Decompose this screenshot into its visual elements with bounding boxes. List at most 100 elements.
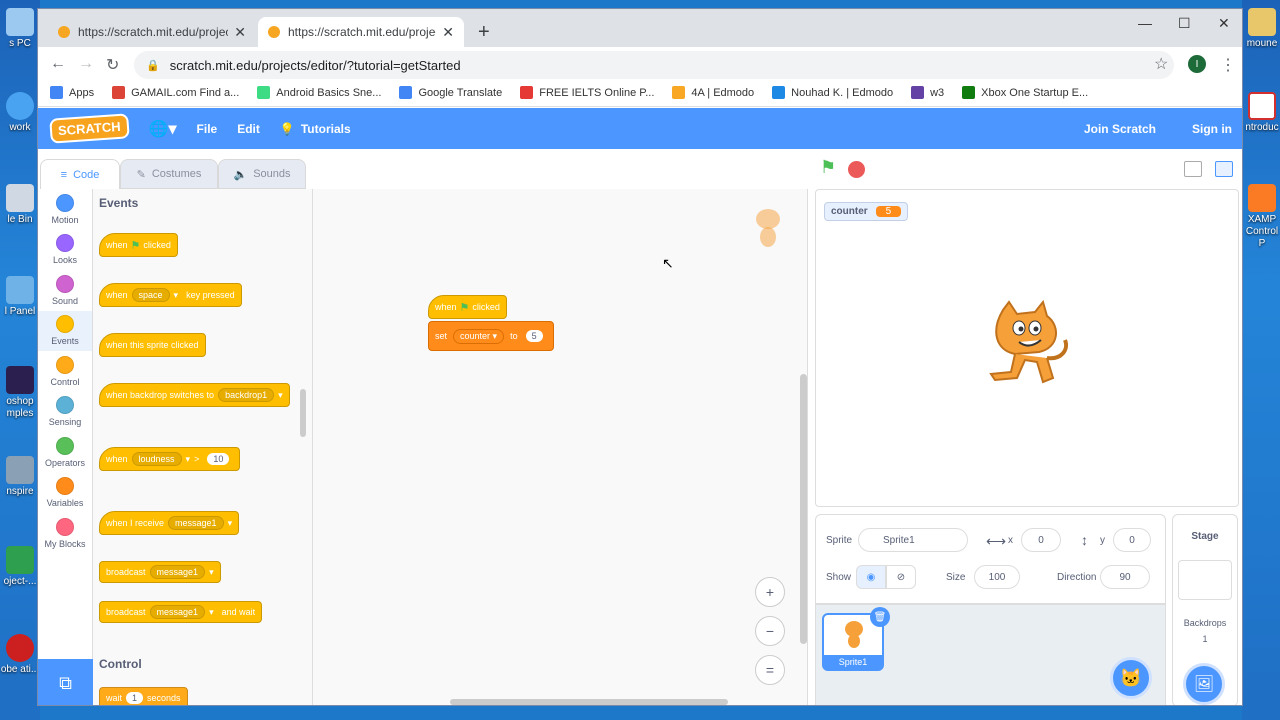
add-backdrop-button[interactable]: 🖼 <box>1183 663 1225 705</box>
show-visible-button[interactable]: ◉ <box>856 565 886 589</box>
sprite-name-input[interactable]: Sprite1 <box>858 528 968 552</box>
brush-icon: ✎ <box>136 168 146 181</box>
block-broadcast-and-wait[interactable]: broadcast message1 ▾ and wait <box>99 601 263 623</box>
script-set-variable[interactable]: set counter ▾ to 5 <box>428 321 554 351</box>
x-input[interactable]: 0 <box>1021 528 1061 552</box>
category-operators[interactable]: Operators <box>38 432 92 473</box>
block-broadcast[interactable]: broadcast message1 ▾ <box>99 561 221 583</box>
bookmark-item[interactable]: w3 <box>911 86 944 99</box>
block-when-sprite-clicked[interactable]: when this sprite clicked <box>99 333 206 357</box>
menu-kebab-icon[interactable]: ⋮ <box>1220 55 1236 75</box>
zoom-reset-button[interactable]: = <box>755 655 785 685</box>
join-scratch-link[interactable]: Join Scratch <box>1084 122 1156 136</box>
scratch-cat-sprite[interactable] <box>981 300 1071 395</box>
back-icon[interactable]: ← <box>50 55 66 73</box>
bookmark-star-icon[interactable]: ☆ <box>1154 54 1168 74</box>
tutorials-menu[interactable]: Tutorials <box>301 122 351 136</box>
desktop-icon[interactable]: nspire <box>0 456 40 498</box>
zoom-in-button[interactable]: + <box>755 577 785 607</box>
close-tab-icon[interactable]: ✕ <box>442 24 454 41</box>
block-wait[interactable]: wait 1 seconds <box>99 687 188 705</box>
edit-menu[interactable]: Edit <box>237 122 260 136</box>
bookmark-item[interactable]: Xbox One Startup E... <box>962 86 1088 99</box>
y-input[interactable]: 0 <box>1113 528 1151 552</box>
size-input[interactable]: 100 <box>974 565 1020 589</box>
stop-icon[interactable] <box>848 161 865 178</box>
stage-panel[interactable]: Stage Backdrops 1 🖼 <box>1172 514 1238 705</box>
sprite-tile[interactable]: Sprite1 🗑 <box>822 607 890 671</box>
sign-in-link[interactable]: Sign in <box>1192 122 1232 136</box>
address-bar[interactable]: 🔒 scratch.mit.edu/projects/editor/?tutor… <box>134 51 1174 79</box>
bookmark-item[interactable]: Android Basics Sne... <box>257 86 381 99</box>
browser-tab-active[interactable]: https://scratch.mit.edu/projects/e ✕ <box>258 17 464 47</box>
delete-sprite-icon[interactable]: 🗑 <box>870 607 890 627</box>
large-stage-icon[interactable] <box>1215 161 1233 177</box>
close-tab-icon[interactable]: ✕ <box>234 24 246 41</box>
desktop-icon[interactable]: XAMP Control P <box>1242 184 1280 250</box>
forward-icon[interactable]: → <box>78 55 94 73</box>
desktop-icon[interactable]: s PC <box>0 8 40 50</box>
bookmark-item[interactable]: 4A | Edmodo <box>672 86 754 99</box>
stage-thumbnail[interactable] <box>1178 560 1232 600</box>
bookmark-item[interactable]: FREE IELTS Online P... <box>520 86 654 99</box>
desktop-icon[interactable]: obe ati... <box>0 634 40 676</box>
category-variables[interactable]: Variables <box>38 473 92 514</box>
script-when-flag-clicked[interactable]: when ⚑ clicked <box>428 295 507 319</box>
bookmark-item[interactable]: Apps <box>50 86 94 99</box>
desktop-icon[interactable]: work <box>0 92 40 134</box>
desktop-icon[interactable]: oject-... <box>0 546 40 588</box>
stage-canvas[interactable]: counter 5 <box>815 189 1239 507</box>
category-sound[interactable]: Sound <box>38 270 92 311</box>
category-control[interactable]: Control <box>38 351 92 392</box>
workspace-vscroll[interactable] <box>800 374 807 644</box>
script-workspace[interactable]: when ⚑ clicked set counter ▾ to 5 + − = ↖ <box>313 189 808 705</box>
file-menu[interactable]: File <box>197 122 218 136</box>
category-my-blocks[interactable]: My Blocks <box>38 513 92 554</box>
zoom-out-button[interactable]: − <box>755 616 785 646</box>
variable-dropdown[interactable]: counter ▾ <box>453 328 505 344</box>
minimize-icon[interactable]: — <box>1138 15 1152 31</box>
bookmark-item[interactable]: Google Translate <box>399 86 502 99</box>
category-looks[interactable]: Looks <box>38 230 92 271</box>
eye-off-icon: ⊘ <box>896 571 906 583</box>
green-flag-icon[interactable]: ⚑ <box>820 157 836 178</box>
block-when-backdrop-switches[interactable]: when backdrop switches to backdrop1 ▾ <box>99 383 290 407</box>
scratch-logo[interactable]: SCRATCH <box>49 113 130 144</box>
direction-input[interactable]: 90 <box>1100 565 1150 589</box>
category-events[interactable]: Events <box>38 310 92 351</box>
block-when-flag-clicked[interactable]: when ⚑ clicked <box>99 233 178 257</box>
block-when-loudness[interactable]: when loudness ▾ >10 <box>99 447 241 471</box>
desktop-icon[interactable]: l Panel <box>0 276 40 318</box>
tab-sounds[interactable]: 🔈 Sounds <box>218 159 306 189</box>
browser-window: https://scratch.mit.edu/projects/e ✕ htt… <box>37 8 1243 706</box>
add-sprite-button[interactable]: 🐱 <box>1110 657 1152 699</box>
value-input[interactable]: 5 <box>525 330 543 342</box>
close-window-icon[interactable]: ✕ <box>1218 15 1230 32</box>
show-hidden-button[interactable]: ⊘ <box>886 565 916 589</box>
block-when-i-receive[interactable]: when I receive message1 ▾ <box>99 511 240 535</box>
desktop-icon[interactable]: le Bin <box>0 184 40 226</box>
tab-code[interactable]: ≡ Code <box>40 159 120 189</box>
category-dot-icon <box>56 234 74 253</box>
bookmark-item[interactable]: GAMAIL.com Find a... <box>112 86 239 99</box>
desktop-icon[interactable]: oshop mples <box>0 366 40 420</box>
y-arrows-icon: ↕ <box>1081 532 1088 548</box>
bookmark-item[interactable]: Nouhad K. | Edmodo <box>772 86 893 99</box>
new-tab-icon[interactable]: + <box>478 21 490 44</box>
category-motion[interactable]: Motion <box>38 189 92 230</box>
globe-icon[interactable]: 🌐▾ <box>149 119 177 139</box>
block-when-key-pressed[interactable]: when space ▾ key pressed <box>99 283 242 307</box>
tab-costumes[interactable]: ✎ Costumes <box>120 159 218 189</box>
category-sensing[interactable]: Sensing <box>38 392 92 433</box>
desktop-icon[interactable]: ntroduc <box>1242 92 1280 134</box>
browser-tab[interactable]: https://scratch.mit.edu/projects/e ✕ <box>48 17 256 47</box>
palette-scrollbar[interactable] <box>300 389 306 437</box>
reload-icon[interactable]: ↻ <box>106 55 119 75</box>
sprite-watermark-icon <box>756 209 780 247</box>
desktop-icon[interactable]: moune <box>1242 8 1280 50</box>
add-extension-button[interactable]: ⧉ <box>38 659 93 705</box>
profile-avatar[interactable]: I <box>1188 55 1206 73</box>
workspace-hscroll[interactable] <box>450 699 728 705</box>
maximize-icon[interactable]: ☐ <box>1178 15 1191 32</box>
small-stage-icon[interactable] <box>1184 161 1202 177</box>
